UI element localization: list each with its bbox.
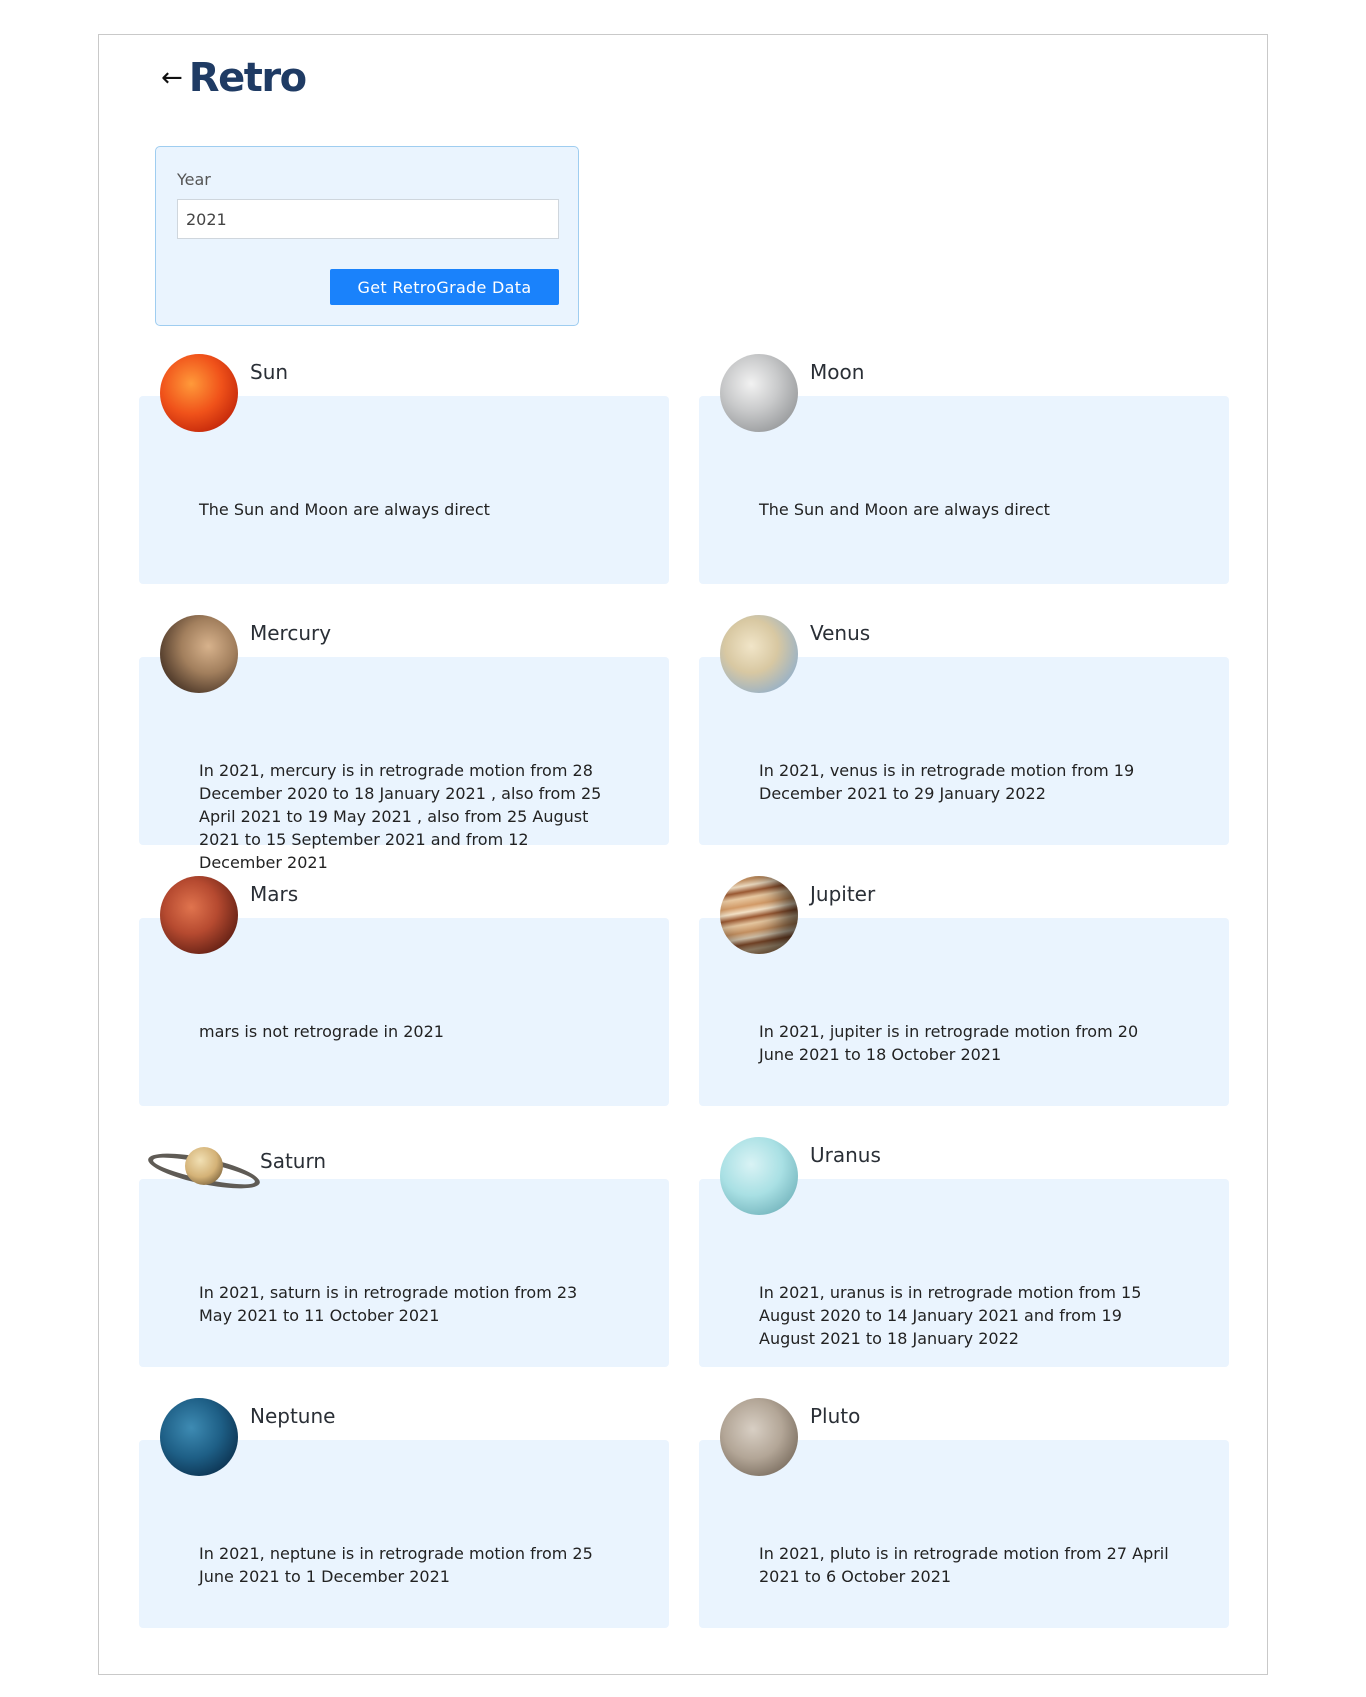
venus-icon — [720, 615, 798, 693]
planet-uranus: In 2021, uranus is in retrograde motion … — [699, 1137, 1229, 1367]
planet-description: mars is not retrograde in 2021 — [199, 1022, 444, 1041]
planet-name: Sun — [250, 360, 289, 384]
planet-description: In 2021, uranus is in retrograde motion … — [759, 1283, 1142, 1348]
planet-mercury: In 2021, mercury is in retrograde motion… — [139, 615, 669, 872]
neptune-icon — [160, 1398, 238, 1476]
year-label: Year — [177, 170, 211, 189]
planet-name: Uranus — [810, 1143, 881, 1167]
planet-grid: The Sun and Moon are always direct Sun T… — [99, 354, 1269, 1628]
planet-jupiter: In 2021, jupiter is in retrograde motion… — [699, 876, 1229, 1106]
planet-name: Pluto — [810, 1404, 861, 1428]
planet-card: In 2021, saturn is in retrograde motion … — [139, 1179, 669, 1367]
planet-pluto: In 2021, pluto is in retrograde motion f… — [699, 1398, 1229, 1628]
planet-name: Venus — [810, 621, 871, 645]
planet-description: In 2021, jupiter is in retrograde motion… — [759, 1022, 1139, 1064]
mars-icon — [160, 876, 238, 954]
planet-description: The Sun and Moon are always direct — [759, 500, 1050, 519]
planet-name: Mars — [250, 882, 299, 906]
planet-sun: The Sun and Moon are always direct Sun — [139, 354, 669, 584]
get-retrograde-data-button[interactable]: Get RetroGrade Data — [330, 269, 559, 305]
uranus-icon — [720, 1137, 798, 1215]
saturn-body — [185, 1147, 223, 1185]
planet-description: In 2021, saturn is in retrograde motion … — [199, 1283, 578, 1325]
planet-name: Moon — [810, 360, 865, 384]
planet-description: The Sun and Moon are always direct — [199, 500, 490, 519]
year-form-card: Year Get RetroGrade Data — [155, 146, 579, 326]
year-input[interactable] — [177, 199, 559, 239]
app-frame: ← Retro Year Get RetroGrade Data The Sun… — [98, 34, 1268, 1675]
pluto-icon — [720, 1398, 798, 1476]
sun-icon — [160, 354, 238, 432]
planet-saturn: In 2021, saturn is in retrograde motion … — [139, 1140, 669, 1367]
planet-venus: In 2021, venus is in retrograde motion f… — [699, 615, 1229, 845]
planet-description: In 2021, mercury is in retrograde motion… — [199, 761, 602, 872]
page-header: ← Retro — [161, 55, 307, 101]
mercury-icon — [160, 615, 238, 693]
planet-moon: The Sun and Moon are always direct Moon — [699, 354, 1229, 584]
planet-name: Neptune — [250, 1404, 336, 1428]
jupiter-icon — [720, 876, 798, 954]
moon-icon — [720, 354, 798, 432]
planet-description: In 2021, venus is in retrograde motion f… — [759, 761, 1135, 803]
arrow-left-icon[interactable]: ← — [161, 65, 183, 91]
planet-description: In 2021, neptune is in retrograde motion… — [199, 1544, 593, 1586]
planet-name: Saturn — [260, 1149, 327, 1173]
planet-neptune: In 2021, neptune is in retrograde motion… — [139, 1398, 669, 1628]
planet-description: In 2021, pluto is in retrograde motion f… — [759, 1544, 1169, 1586]
planet-name: Mercury — [250, 621, 332, 645]
page-title: Retro — [188, 55, 307, 101]
planet-name: Jupiter — [810, 882, 876, 906]
planet-mars: mars is not retrograde in 2021 Mars — [139, 876, 669, 1106]
saturn-icon — [145, 1145, 263, 1196]
